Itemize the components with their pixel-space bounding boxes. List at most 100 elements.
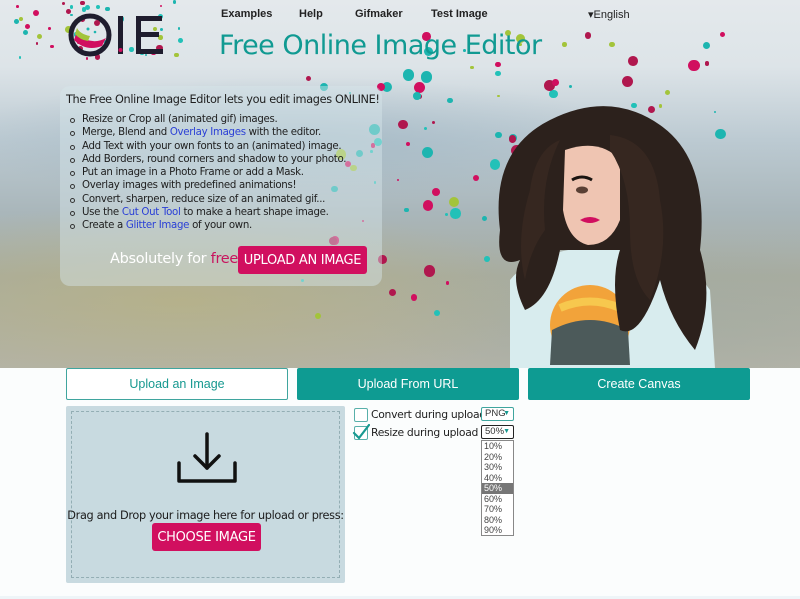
paint-splat [444,212,449,217]
feature-link[interactable]: Glitter Image [126,220,190,231]
paint-splat [36,42,39,45]
paint-splat [562,42,567,47]
paint-splat [584,32,592,39]
nav-gifmaker[interactable]: Gifmaker [355,8,403,20]
dropdown-option[interactable]: 70% [482,504,513,515]
paint-splat [470,65,474,70]
feature-item: Add Text with your own fonts to an (anim… [70,140,346,153]
feature-item: Merge, Blend and Overlay Images with the… [70,126,346,139]
resize-percent-value: 50% [485,426,505,437]
paint-splat [627,56,638,66]
paint-splat [172,0,176,4]
paint-splat [719,31,725,37]
girl-illustration [498,106,715,368]
dropdown-option[interactable]: 20% [482,452,513,463]
feature-text: Use the [82,207,122,219]
paint-splat [315,312,322,320]
dropdown-option[interactable]: 90% [482,525,513,536]
feature-text: Create a [82,220,126,232]
tab-create-canvas[interactable]: Create Canvas [528,368,750,400]
tab-upload-from-url[interactable]: Upload From URL [297,368,519,400]
paint-splat [388,289,396,297]
feature-item: Overlay images with predefined animation… [70,179,346,192]
convert-format-select[interactable]: PNG ▼ [481,407,514,421]
nav-test-image[interactable]: Test Image [431,8,488,20]
paint-splat [432,187,441,196]
chevron-down-icon: ▼ [503,410,510,417]
convert-checkbox[interactable] [354,408,368,422]
feature-text: of your own. [189,220,252,232]
dropdown-option[interactable]: 60% [482,494,513,505]
download-icon [177,432,237,483]
paint-splat [402,69,415,81]
feature-text: with the editor. [245,127,322,139]
paint-splat [410,294,418,301]
dropdown-option[interactable]: 40% [482,473,513,484]
resize-percent-select[interactable]: 50% ▼ [481,425,514,439]
paint-splat [405,141,410,146]
paint-splat [423,265,436,277]
paint-splat [61,1,65,5]
paint-splat [434,309,441,317]
top-nav: Examples Help Gifmaker Test Image [0,8,800,22]
free-prefix: Absolutely for [110,251,211,267]
paint-splat [431,120,436,125]
feature-item: Use the Cut Out Tool to make a heart sha… [70,206,346,219]
tab-upload-an-image[interactable]: Upload an Image [66,368,288,400]
nav-help[interactable]: Help [299,8,323,20]
feature-link[interactable]: Cut Out Tool [122,207,181,218]
paint-splat [404,208,409,213]
feature-text: Resize or Crop all (animated gif) images… [82,114,278,125]
paint-splat [398,119,408,130]
feature-text: Merge, Blend and [82,127,170,139]
feature-text: Add Borders, round corners and shadow to… [82,153,347,165]
resize-checkbox[interactable] [352,424,370,440]
dropdown-option[interactable]: 10% [482,441,513,452]
paint-splat [159,4,163,8]
paint-splat [413,92,421,100]
page-title: Free Online Image Editor [219,30,542,61]
drop-zone[interactable]: Drag and Drop your image here for upload… [66,406,345,583]
choose-image-button[interactable]: CHOOSE IMAGE [152,523,261,551]
paint-splat [420,71,433,83]
paint-splat [423,127,428,131]
paint-splat [445,281,449,285]
feature-item: Resize or Crop all (animated gif) images… [70,113,346,126]
paint-splat [494,70,501,77]
paint-splat [421,146,434,159]
feature-item: Put an image in a Photo Frame or add a M… [70,166,346,179]
feature-text: Put an image in a Photo Frame or add a M… [82,167,304,179]
free-word: free [210,251,239,267]
paint-splat [305,75,311,82]
paint-splat [422,200,433,211]
paint-splat [450,208,461,219]
dropdown-option[interactable]: 50% [482,483,513,494]
feature-item: Convert, sharpen, reduce size of an anim… [70,193,346,206]
dropdown-option[interactable]: 30% [482,462,513,473]
hero-banner: Examples Help Gifmaker Test Image ▾Engli… [0,0,800,368]
upload-an-image-button[interactable]: UPLOAD AN IMAGE [238,246,367,274]
feature-text: Overlay images with predefined animation… [82,180,297,192]
dropdown-option[interactable]: 80% [482,515,513,526]
resize-label: Resize during upload [371,426,479,439]
paint-splat [447,97,453,104]
paint-splat [495,61,501,68]
paint-splat [80,0,85,5]
nav-examples[interactable]: Examples [221,8,272,20]
feature-text: Add Text with your own fonts to an (anim… [82,140,342,152]
paint-splat [48,27,51,30]
paint-splat [448,197,459,208]
paint-splat [704,61,709,66]
paint-splat [23,29,29,36]
paint-splat [50,44,54,48]
language-selector[interactable]: ▾English [588,8,630,21]
free-tagline: Absolutely for free [110,251,238,267]
feature-list: Resize or Crop all (animated gif) images… [70,113,346,233]
paint-splat [18,56,22,60]
paint-splat [702,41,711,49]
feature-link[interactable]: Overlay Images [170,127,246,138]
chevron-down-icon: ▼ [503,428,510,435]
intro-text: The Free Online Image Editor lets you ed… [66,93,380,106]
paint-splat [688,59,700,72]
paint-splat [609,41,615,48]
